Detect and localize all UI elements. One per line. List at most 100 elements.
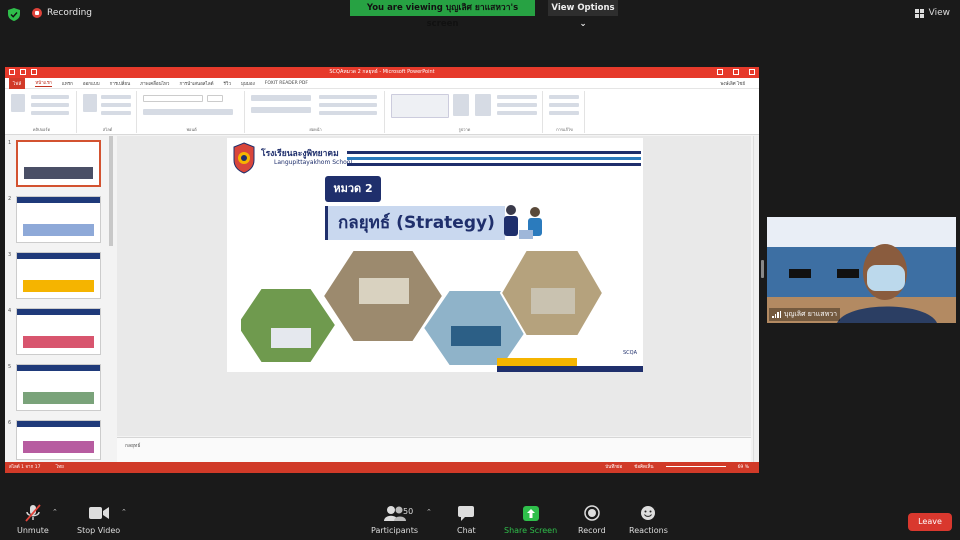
video-camera-icon (88, 507, 109, 519)
slide-thumbnail-pane[interactable]: 1 2 3 4 5 6 (5, 136, 111, 462)
share-screen-button[interactable]: Share Screen (504, 504, 557, 535)
reactions-smiley-icon: + (641, 505, 656, 520)
format-painter-icon[interactable] (31, 111, 69, 115)
thumb-number: 6 (8, 420, 12, 426)
thumb-number: 3 (8, 252, 12, 258)
zoom-meeting-window: Recording You are viewing บุญเลิศ ยาแสหว… (0, 0, 960, 540)
save-icon[interactable] (9, 69, 15, 75)
shared-screen-powerpoint[interactable]: SCQAหมวด 2 กลยุทธ์ - Microsoft PowerPoin… (5, 67, 759, 473)
copy-icon[interactable] (31, 103, 69, 107)
panel-resize-handle[interactable] (761, 260, 764, 278)
record-button[interactable]: Record (578, 504, 606, 535)
meeting-top-bar: Recording You are viewing บุญเลิศ ยาแสหว… (0, 0, 960, 30)
comments-toggle[interactable]: ข้อคิดเห็น (634, 462, 653, 473)
group-label-drawing: รูปวาด (458, 127, 471, 132)
unmute-button[interactable]: Unmute (17, 504, 49, 535)
thumbnail-scrollbar[interactable] (109, 136, 113, 246)
thumb-number: 4 (8, 308, 12, 314)
new-slide-icon[interactable] (83, 94, 97, 112)
group-label-font: ฟอนต์ (186, 127, 197, 132)
align-text-button[interactable] (319, 103, 377, 107)
slide-thumbnail[interactable] (16, 140, 101, 187)
font-name-select[interactable] (143, 95, 203, 102)
text-direction-button[interactable] (319, 95, 377, 99)
view-button[interactable]: View (914, 8, 950, 18)
tab-file[interactable]: ไฟล์ (9, 77, 26, 89)
shield-icon[interactable] (8, 8, 20, 21)
participant-video-tile[interactable]: บุญเลิศ ยาแสหวา (767, 217, 956, 323)
quick-styles-icon[interactable] (475, 94, 491, 116)
maximize-icon[interactable] (733, 69, 739, 75)
ribbon-tabs: ไฟล์ หน้าแรก แทรก ออกแบบ การเปลี่ยน ภาพเ… (5, 77, 759, 89)
recording-label: Recording (47, 8, 93, 18)
chat-label: Chat (457, 526, 476, 535)
reset-icon[interactable] (101, 103, 131, 107)
minimize-icon[interactable] (717, 69, 723, 75)
canvas-scrollbar[interactable] (753, 136, 759, 462)
layout-icon[interactable] (101, 95, 131, 99)
record-icon (584, 505, 600, 521)
shape-fill-button[interactable] (497, 95, 537, 99)
reactions-button[interactable]: + Reactions (629, 504, 668, 535)
arrange-icon[interactable] (453, 94, 469, 116)
tab-insert[interactable]: แทรก (62, 80, 73, 87)
tab-animations[interactable]: ภาพเคลื่อนไหว (140, 80, 169, 87)
undo-icon[interactable] (20, 69, 26, 75)
align-buttons[interactable] (251, 107, 311, 113)
font-format-buttons[interactable] (143, 109, 233, 115)
slide-thumbnail[interactable] (16, 252, 101, 299)
participant-name-label: บุญเลิศ ยาแสหวา (769, 308, 841, 321)
stop-video-button[interactable]: Stop Video (77, 504, 120, 535)
audio-options-caret[interactable]: ⌃ (52, 508, 58, 516)
slide-editing-canvas[interactable]: โรงเรียนละงูพิทยาคม Langupittayakhom Sch… (117, 136, 751, 436)
slide-thumbnail[interactable] (16, 308, 101, 355)
shapes-gallery[interactable] (391, 94, 449, 118)
select-button[interactable] (549, 111, 579, 115)
cut-icon[interactable] (31, 95, 69, 99)
leave-button[interactable]: Leave (908, 513, 952, 531)
smartart-button[interactable] (319, 111, 377, 115)
recording-indicator[interactable]: Recording (32, 8, 92, 18)
window-controls[interactable] (717, 69, 755, 75)
school-name-english: Langupittayakhom School (274, 159, 353, 166)
close-icon[interactable] (749, 69, 755, 75)
tab-design[interactable]: ออกแบบ (83, 80, 100, 87)
shape-outline-button[interactable] (497, 103, 537, 107)
unmute-label: Unmute (17, 526, 49, 535)
slide-thumbnail[interactable] (16, 196, 101, 243)
participants-options-caret[interactable]: ⌃ (426, 508, 432, 516)
ribbon-group-editing: การแก้ไข (545, 91, 585, 133)
view-options-button[interactable]: View Options ⌄ (548, 0, 618, 29)
font-size-select[interactable] (207, 95, 223, 102)
tab-view[interactable]: มุมมอง (241, 80, 255, 87)
zoom-slider[interactable] (665, 462, 726, 473)
quick-access-toolbar[interactable] (9, 69, 37, 75)
school-photo-collage (241, 249, 605, 366)
slide-thumbnail[interactable] (16, 364, 101, 411)
recording-icon (32, 8, 42, 18)
slide-thumbnail[interactable] (16, 420, 101, 460)
paste-icon[interactable] (11, 94, 25, 112)
ppt-title-bar: SCQAหมวด 2 กลยุทธ์ - Microsoft PowerPoin… (5, 67, 759, 78)
chat-bubble-icon (458, 505, 475, 521)
account-name[interactable]: พงษ์เลิศ ไชย์ (720, 80, 745, 87)
tab-foxit[interactable]: FOXIT READER PDF (265, 81, 308, 86)
video-options-caret[interactable]: ⌃ (121, 508, 127, 516)
chapter-badge: หมวด 2 (325, 176, 381, 202)
current-slide[interactable]: โรงเรียนละงูพิทยาคม Langupittayakhom Sch… (227, 138, 643, 372)
tab-transitions[interactable]: การเปลี่ยน (110, 80, 131, 87)
tab-home[interactable]: หน้าแรก (35, 79, 52, 87)
notes-toggle[interactable]: บันทึกย่อ (605, 462, 622, 473)
shape-effects-button[interactable] (497, 111, 537, 115)
chat-button[interactable]: Chat (457, 504, 476, 535)
tab-review[interactable]: รีวิว (224, 80, 231, 87)
ppt-window-title: SCQAหมวด 2 กลยุทธ์ - Microsoft PowerPoin… (329, 69, 435, 75)
find-button[interactable] (549, 95, 579, 99)
section-icon[interactable] (101, 111, 131, 115)
speaker-notes[interactable]: กลยุทธ์ (117, 437, 751, 462)
replace-button[interactable] (549, 103, 579, 107)
redo-icon[interactable] (31, 69, 37, 75)
list-buttons[interactable] (251, 95, 311, 101)
zoom-level[interactable]: 69 % (738, 462, 749, 473)
tab-slideshow[interactable]: การนำเสนอสไลด์ (179, 80, 213, 87)
